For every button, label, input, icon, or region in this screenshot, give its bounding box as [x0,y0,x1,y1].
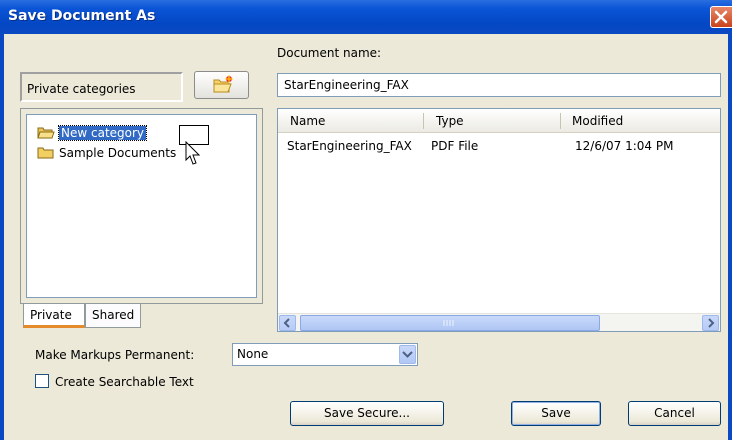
searchable-text-checkbox[interactable] [35,374,49,388]
cancel-button[interactable]: Cancel [628,401,721,426]
chevron-right-icon [708,318,715,328]
close-button[interactable] [710,6,732,28]
save-secure-button[interactable]: Save Secure... [290,401,444,426]
mouse-cursor-icon [185,141,201,165]
save-document-dialog: Save Document As Document name: StarEngi… [0,0,732,440]
table-row[interactable]: StarEngineering_FAX PDF File 12/6/07 1:0… [278,137,720,157]
list-header: Name Type Modified [278,109,720,133]
cell-type: PDF File [431,139,479,153]
tree-item-new-category[interactable]: New category [37,125,209,145]
tab-private[interactable]: Private [23,304,85,328]
chevron-left-icon [283,318,290,328]
horizontal-scrollbar[interactable] [278,313,720,331]
dropdown-button[interactable] [399,345,416,364]
window-frame-left [0,34,4,440]
window-title: Save Document As [8,8,156,24]
document-name-label: Document name: [277,46,382,60]
tree-item-label: Sample Documents [59,146,177,160]
tree-item-label: New category [57,125,148,141]
folder-open-icon [37,127,55,139]
scroll-left-button[interactable] [279,315,296,331]
chevron-down-icon [402,351,413,358]
column-separator[interactable] [423,113,424,129]
folder-icon [37,147,54,159]
markups-select[interactable]: None [232,343,418,366]
window-frame-right [728,34,732,440]
category-tree[interactable]: New category Sample Documents [26,114,257,298]
column-separator[interactable] [560,113,561,129]
markups-selected-value: None [237,347,269,361]
category-type-label: Private categories [20,72,183,102]
grip-icon [443,320,454,326]
tree-item-sample-documents[interactable]: Sample Documents [37,145,207,163]
new-category-button[interactable] [194,71,249,99]
file-list[interactable]: Name Type Modified StarEngineering_FAX P… [277,108,721,332]
category-panel: New category Sample Documents [20,108,263,304]
close-icon [714,10,728,24]
column-header-type[interactable]: Type [436,114,464,128]
document-name-field[interactable]: StarEngineering_FAX [277,73,721,97]
save-button[interactable]: Save [511,401,601,426]
searchable-text-label: Create Searchable Text [55,375,194,389]
title-bar[interactable]: Save Document As [0,0,732,34]
scroll-right-button[interactable] [702,315,719,331]
cell-modified: 12/6/07 1:04 PM [575,139,674,153]
tab-shared[interactable]: Shared [85,304,141,328]
markups-label: Make Markups Permanent: [35,348,195,362]
cell-name: StarEngineering_FAX [287,139,412,153]
scrollbar-thumb[interactable] [300,315,600,331]
column-header-name[interactable]: Name [290,114,325,128]
new-folder-icon [213,75,233,93]
column-header-modified[interactable]: Modified [572,114,623,128]
